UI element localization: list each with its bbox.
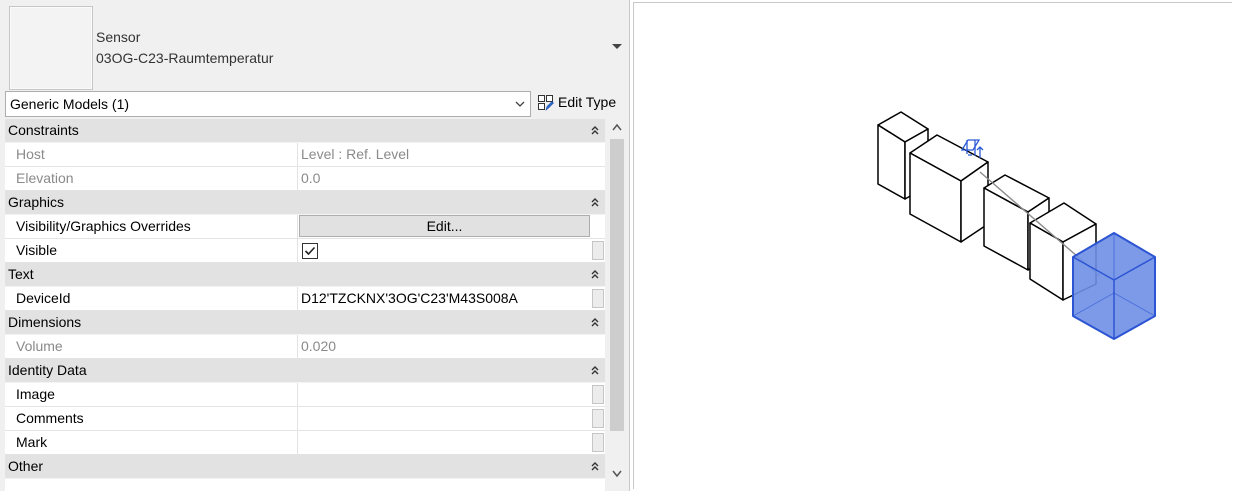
group-identity-data[interactable]: Identity Data — [5, 359, 605, 383]
param-associate-button[interactable] — [592, 289, 604, 308]
param-row-host: Host Level : Ref. Level — [5, 143, 605, 167]
chevron-down-icon[interactable] — [611, 469, 623, 479]
chevron-down-icon — [515, 101, 525, 107]
param-label: Volume — [5, 335, 298, 358]
param-row-visible: Visible — [5, 239, 605, 263]
param-row-image: Image — [5, 383, 605, 407]
comments-input[interactable] — [299, 407, 590, 430]
group-title: Text — [8, 266, 34, 282]
param-row-elevation: Elevation 0.0 — [5, 167, 605, 191]
3d-view[interactable] — [631, 0, 1234, 491]
param-associate-button[interactable] — [592, 385, 604, 404]
edit-type-label: Edit Type — [558, 94, 617, 110]
group-text[interactable]: Text — [5, 263, 605, 287]
double-chevron-up-icon[interactable] — [590, 269, 600, 279]
model-box-2[interactable] — [909, 134, 989, 243]
properties-grid: Constraints Host Level : Ref. Level Elev… — [5, 119, 605, 491]
chevron-up-icon[interactable] — [611, 122, 623, 132]
param-label: Host — [5, 143, 298, 166]
group-constraints[interactable]: Constraints — [5, 119, 605, 143]
mark-input[interactable] — [299, 431, 590, 454]
double-chevron-up-icon[interactable] — [590, 125, 600, 135]
type-preview-thumbnail — [9, 6, 93, 90]
properties-scrollbar[interactable] — [607, 119, 627, 491]
revit-window: Sensor 03OG-C23-Raumtemperatur Generic M… — [0, 0, 1234, 491]
group-title: Graphics — [8, 194, 65, 210]
properties-panel: Sensor 03OG-C23-Raumtemperatur Generic M… — [0, 0, 630, 491]
param-label: DeviceId — [5, 287, 298, 310]
vg-overrides-edit-button[interactable]: Edit... — [299, 215, 590, 237]
param-row-comments: Comments — [5, 407, 605, 431]
param-label: Visibility/Graphics Overrides — [5, 215, 298, 238]
group-graphics[interactable]: Graphics — [5, 191, 605, 215]
param-label: Elevation — [5, 167, 298, 190]
group-title: Identity Data — [8, 362, 87, 378]
family-name: Sensor — [96, 29, 141, 45]
group-title: Dimensions — [8, 314, 82, 330]
type-selector[interactable]: Sensor 03OG-C23-Raumtemperatur — [3, 3, 627, 90]
edit-type-icon — [538, 95, 554, 111]
category-dropdown[interactable]: Generic Models (1) — [5, 91, 531, 117]
edit-type-button[interactable]: Edit Type — [536, 92, 622, 116]
visible-checkbox[interactable] — [302, 243, 318, 259]
double-chevron-up-icon[interactable] — [590, 197, 600, 207]
param-label: Visible — [5, 239, 298, 262]
param-row-volume: Volume 0.020 — [5, 335, 605, 359]
param-label: Image — [5, 383, 298, 406]
group-title: Other — [8, 458, 44, 474]
double-chevron-up-icon[interactable] — [590, 317, 600, 327]
param-row-vg-overrides: Visibility/Graphics Overrides Edit... — [5, 215, 605, 239]
param-label: Mark — [5, 431, 298, 454]
triangle-down-icon[interactable] — [610, 39, 624, 53]
group-title: Constraints — [8, 122, 79, 138]
param-value: Level : Ref. Level — [301, 146, 410, 162]
param-row-deviceid: DeviceId D12'TZCKNX'3OG'C23'M43S008A — [5, 287, 605, 311]
param-value: 0.0 — [301, 170, 321, 186]
group-dimensions[interactable]: Dimensions — [5, 311, 605, 335]
param-row-mark: Mark — [5, 431, 605, 455]
param-associate-button[interactable] — [592, 241, 604, 260]
type-name: 03OG-C23-Raumtemperatur — [96, 50, 274, 66]
selected-sensor-element[interactable] — [1072, 232, 1156, 340]
param-associate-button[interactable] — [592, 409, 604, 428]
deviceid-input[interactable]: D12'TZCKNX'3OG'C23'M43S008A — [299, 287, 590, 310]
param-label: Comments — [5, 407, 298, 430]
checkmark-icon — [304, 246, 316, 256]
param-row-partial — [5, 479, 605, 491]
double-chevron-up-icon[interactable] — [590, 365, 600, 375]
image-input[interactable] — [299, 383, 590, 406]
double-chevron-up-icon[interactable] — [590, 461, 600, 471]
param-associate-button[interactable] — [592, 433, 604, 452]
group-other[interactable]: Other — [5, 455, 605, 479]
model-canvas[interactable] — [631, 0, 1234, 491]
scrollbar-thumb[interactable] — [610, 139, 624, 431]
param-value: 0.020 — [301, 338, 337, 354]
category-selected-value: Generic Models (1) — [10, 96, 130, 112]
